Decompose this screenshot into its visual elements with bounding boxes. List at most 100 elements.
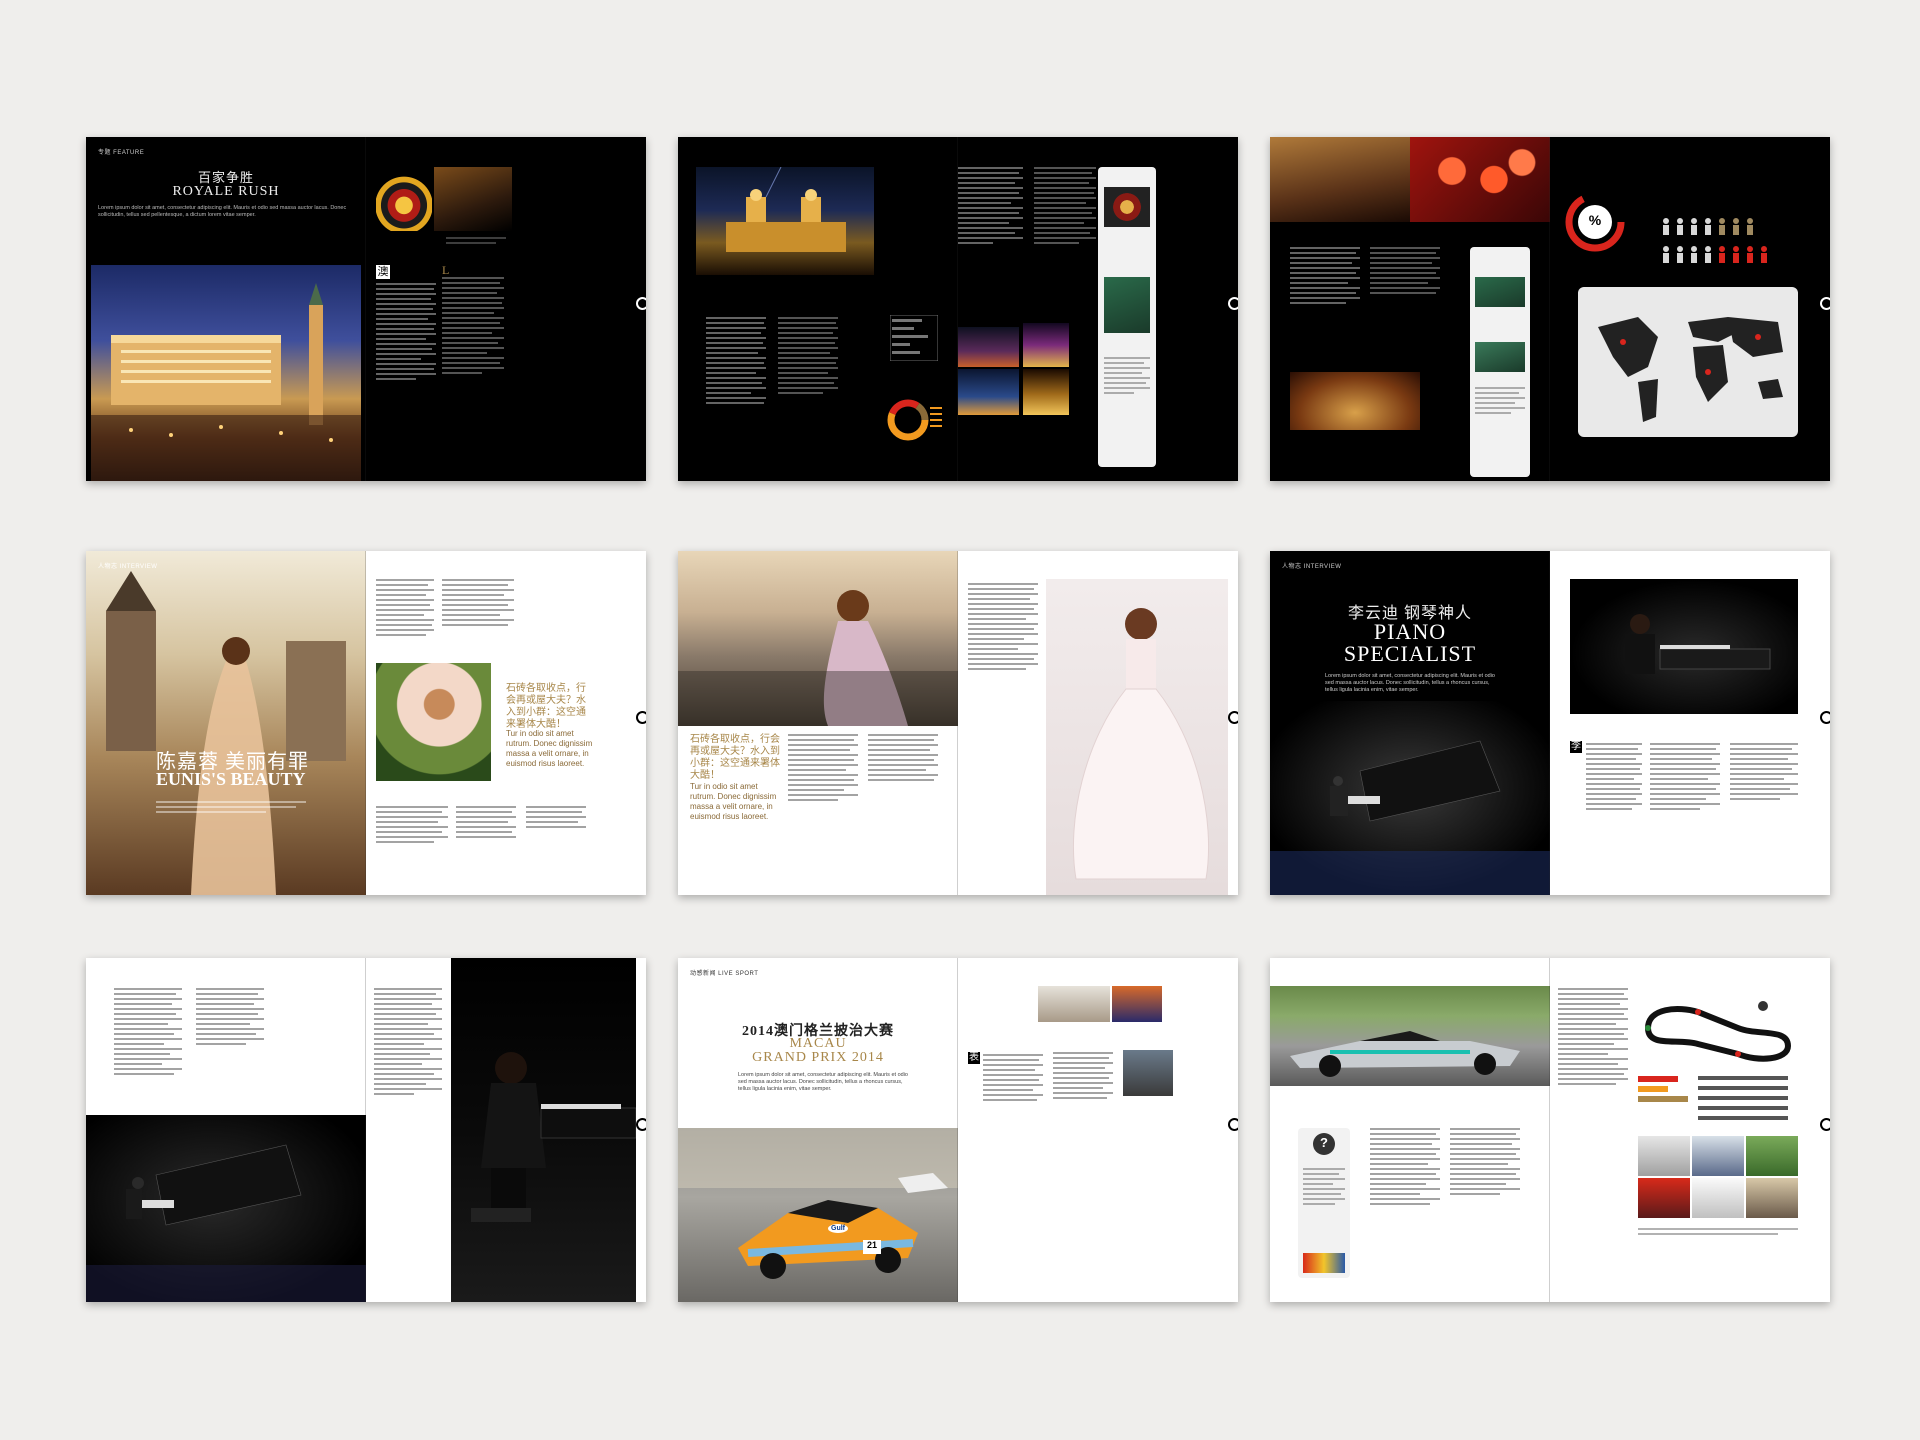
left-page [86, 958, 366, 1302]
body-text-col-1 [376, 579, 434, 639]
body-text-col-3 [1730, 743, 1798, 803]
pianist-closeup-photo [451, 958, 636, 1302]
race-car-illustration [678, 1128, 958, 1279]
hall-thumb-2 [1475, 342, 1525, 372]
sidebar-panel [1098, 167, 1156, 467]
building-illustration [91, 283, 361, 481]
pianist-illustration [1625, 614, 1771, 674]
body-text-col-1 [983, 1054, 1043, 1104]
right-page [366, 958, 646, 1302]
track-map-graphic [1644, 1001, 1792, 1062]
title-en-line-1: PIANO [1373, 619, 1447, 644]
left-page: ? [1270, 958, 1550, 1302]
gown-portrait-photo [1046, 579, 1228, 895]
body-text-col-1 [788, 734, 858, 804]
page-nav-dot[interactable] [1228, 297, 1238, 310]
page-nav-dot[interactable] [1820, 711, 1830, 724]
driver-photo-6 [1746, 1178, 1798, 1218]
spread-f1-infographic: ? [1270, 958, 1830, 1302]
right-page: 李 [1550, 551, 1830, 895]
casino-interior-photo [434, 167, 512, 231]
page-nav-dot[interactable] [1228, 711, 1238, 724]
page-nav-dot[interactable] [1820, 1118, 1830, 1131]
table-thumb [1104, 277, 1150, 333]
donut-chart-graphic [887, 399, 942, 441]
title-en-line-2: GRAND PRIX 2014 [752, 1050, 884, 1065]
f1-car-illustration [1290, 1031, 1520, 1077]
night-photo-4 [1023, 369, 1069, 415]
page-nav-dot[interactable] [1228, 1118, 1238, 1131]
page-nav-dot[interactable] [636, 711, 646, 724]
bar-stats-graphic [1638, 1076, 1788, 1120]
body-text-col-1 [1290, 247, 1360, 307]
venetian-photo [91, 265, 361, 481]
body-text-col-2 [1053, 1052, 1113, 1102]
section-label: 动感新闻 LIVE SPORT [690, 971, 759, 977]
right-page [1550, 958, 1830, 1302]
right-page: % [1550, 137, 1830, 481]
left-page [1270, 137, 1550, 481]
right-page [958, 551, 1238, 895]
press-conference-photo [1038, 986, 1110, 1022]
body-text-col-1 [1370, 1128, 1440, 1208]
intro-text: Lorem ipsum dolor sit amet, consectetur … [1325, 673, 1495, 693]
intro-text: Lorem ipsum dolor sit amet, consectetur … [738, 1072, 908, 1092]
racing-car-photo: 21 Gulf [678, 1128, 958, 1302]
body-text-col-2 [1650, 743, 1720, 813]
people-icon-grid [1660, 215, 1780, 280]
body-text-col-3 [1034, 167, 1096, 247]
spread-eunis-gown: 石砖各取收点，行会再或屋大夫？水入到小群：这空通来署体大酷！ Tur in od… [678, 551, 1238, 895]
body-text-col-4 [456, 806, 516, 841]
page-nav-dot[interactable] [636, 1118, 646, 1131]
footnote-text [1638, 1228, 1798, 1238]
body-text-col-2 [958, 167, 1023, 247]
car-number: 21 [866, 1240, 877, 1250]
dropcap: 澳 [376, 265, 390, 279]
sidebar-text [1104, 357, 1150, 397]
sidebar-panel [1470, 247, 1530, 477]
body-text-col-2 [442, 579, 514, 629]
body-text-col-1 [114, 988, 182, 1078]
dropcap: 李 [1570, 741, 1582, 753]
page-nav-dot[interactable] [636, 297, 646, 310]
section-label: 专题 FEATURE [98, 150, 145, 156]
title-en: ROYALE RUSH [172, 184, 280, 199]
body-text-col-3 [1558, 988, 1628, 1088]
chips-photo [1410, 137, 1550, 222]
spread-galaxy [678, 137, 1238, 481]
section-label: 人物志 INTERVIEW [98, 564, 158, 570]
body-text-col-2 [1370, 247, 1440, 297]
hotel-illustration [726, 167, 846, 252]
left-page: 专题 FEATURE 百家争胜 ROYALE RUSH Lorem ipsum … [86, 137, 366, 481]
body-text-col-5 [526, 806, 586, 831]
pull-quote-cn: 石砖各取收点，行会再或屋大夫？水入到小群：这空通来署体大酷！ [690, 734, 780, 781]
driver-photo-3 [1746, 1136, 1798, 1176]
spread-piano-specialist: 人物志 INTERVIEW 李云迪 钢琴神人 PIANO SPECIALIST … [1270, 551, 1830, 895]
city-illustration [106, 571, 346, 895]
f1-car-photo [1270, 986, 1550, 1086]
body-text-col-2 [778, 317, 838, 397]
left-page [678, 137, 958, 481]
intro-text [156, 801, 306, 816]
crowd-thumb [1303, 1253, 1345, 1273]
page-nav-dot[interactable] [1820, 297, 1830, 310]
right-page [958, 137, 1238, 481]
mini-bar-table [890, 315, 938, 361]
pull-quote-en: Tur in odio sit amet rutrum. Donec digni… [506, 729, 593, 768]
stage-piano-photo [86, 1115, 366, 1302]
body-text-col-3 [376, 806, 448, 846]
photo-caption [446, 237, 506, 247]
spread-casino-infographic: % [1270, 137, 1830, 481]
casino-hall-photo [1270, 137, 1410, 222]
world-map-graphic [1598, 317, 1783, 422]
body-text-col-1 [376, 283, 436, 383]
left-page: 人物志 INTERVIEW 陈嘉蓉 美丽有罪 EUNIS'S BEAUTY [86, 551, 366, 895]
title-en-line-2: SPECIALIST [1343, 641, 1477, 666]
driver-photo-4 [1638, 1178, 1690, 1218]
body-text-col-2 [196, 988, 264, 1048]
percent-symbol: % [1588, 212, 1602, 228]
pull-quote-cn: 石砖各取收点，行会再或屋大夫？水入到小群：这空通来署体大酷！ [506, 683, 586, 730]
night-photo-3 [958, 369, 1019, 415]
pianist-closeup-illustration [471, 1052, 636, 1222]
gown-illustration [1073, 608, 1209, 880]
